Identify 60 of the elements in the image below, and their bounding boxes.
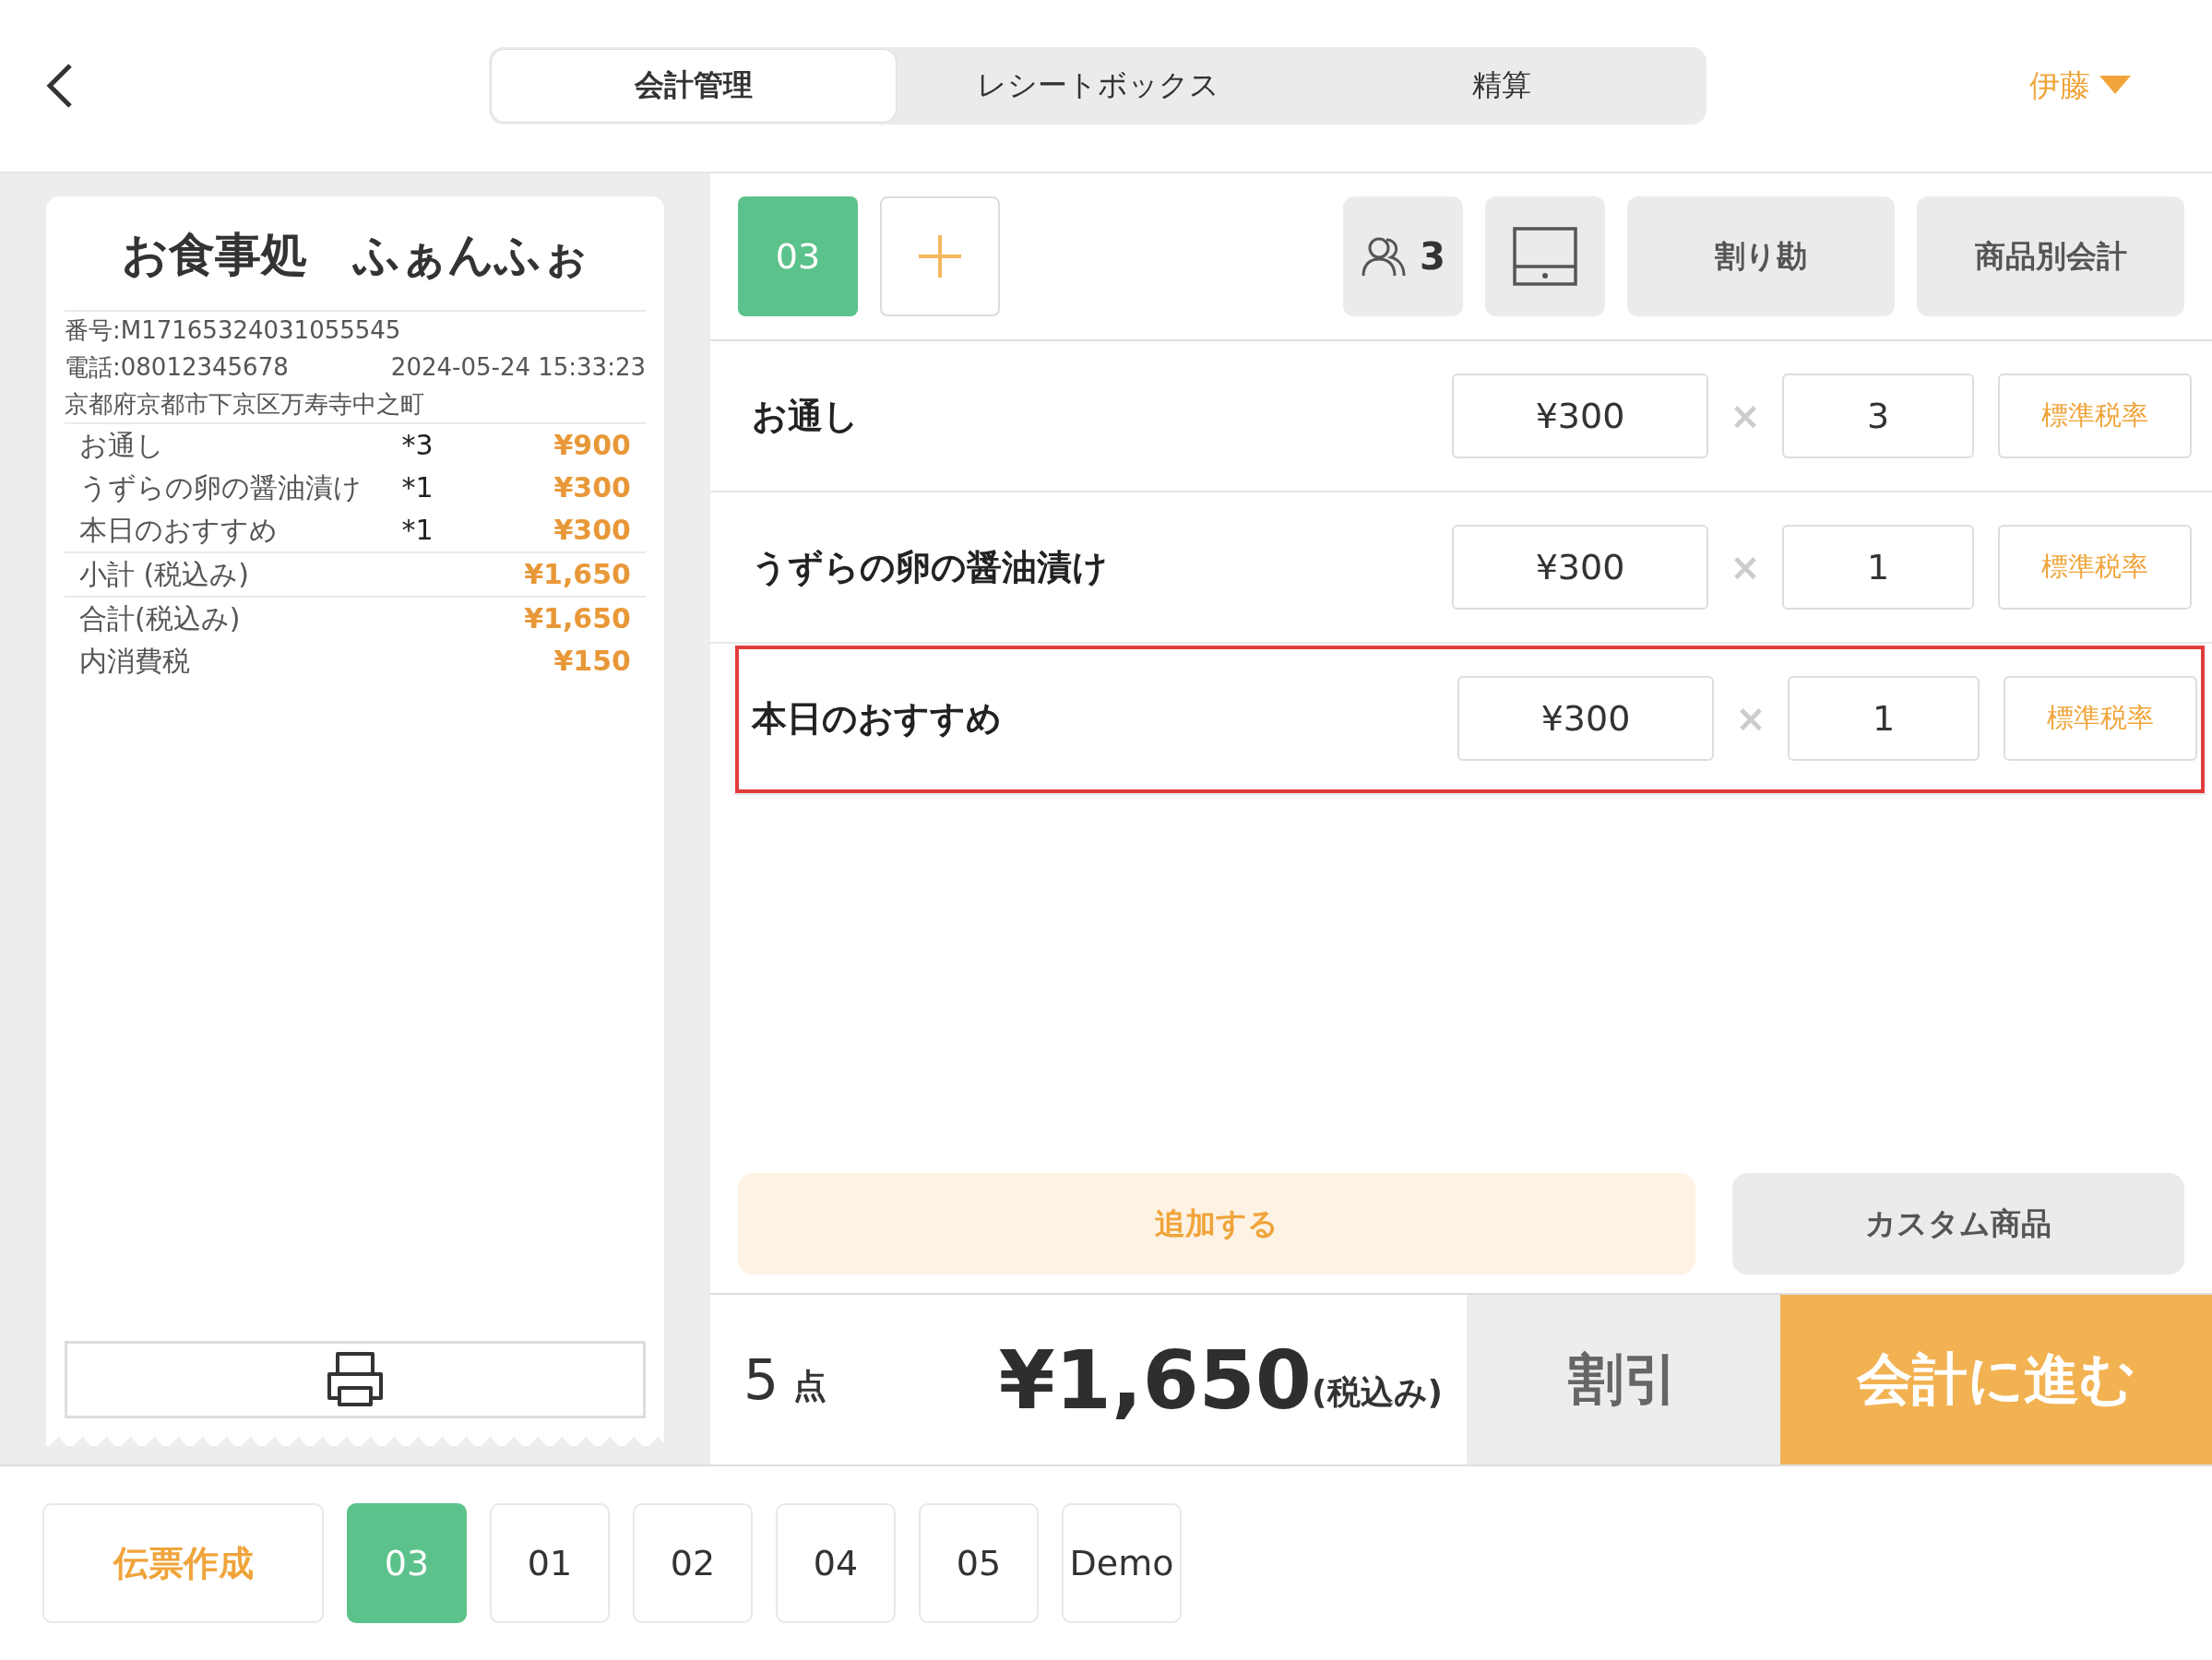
receipt-datetime: 2024-05-24 15:33:23 [390,352,646,383]
subtotal-amount: ¥1,650 [524,557,631,592]
tablet-icon [1512,226,1578,287]
table-tab[interactable]: 05 [919,1503,1039,1623]
order-row[interactable]: 本日のおすすめ ¥300 × 1 標準税率 [733,644,2206,795]
plus-icon [917,233,963,279]
guests-button[interactable]: 3 [1343,196,1463,316]
item-name: うずらの卵の醤油漬け [752,545,1109,589]
multiply-sign: × [1729,546,1762,588]
item-name: うずらの卵の醤油漬け [79,470,363,505]
shop-name: お食事処 ふぁんふぉ [121,227,589,283]
item-name: 本日のおすすめ [79,513,279,548]
quantity-field[interactable]: 3 [1782,374,1974,458]
table-tab[interactable]: 01 [490,1503,610,1623]
split-bill-button[interactable]: 割り勘 [1627,196,1895,316]
item-quantity: *1 [401,513,434,548]
multiply-sign: × [1734,697,1767,740]
print-button[interactable] [65,1341,646,1418]
subtotal-label: 小計 (税込み) [79,557,250,592]
people-icon [1361,235,1408,278]
total-amount: ¥1,650 [524,601,631,636]
item-quantity: *3 [401,428,434,463]
tablet-button[interactable] [1485,196,1605,316]
item-quantity: *1 [401,470,434,505]
price-field[interactable]: ¥300 [1452,525,1708,610]
item-amount: ¥300 [553,470,631,505]
item-count: 5 [743,1347,779,1412]
item-name: お通し [752,394,860,438]
total-amount: ¥1,650 [998,1332,1313,1428]
printer-icon [327,1351,384,1408]
discount-button[interactable]: 割引 [1467,1295,1780,1464]
address: 京都府京都市下京区万寿寺中之町 [65,389,425,420]
item-amount: ¥300 [553,513,631,548]
item-amount: ¥900 [553,428,631,463]
price-field[interactable]: ¥300 [1452,374,1708,458]
table-tab[interactable]: 02 [633,1503,753,1623]
tab[interactable]: レシートボックス [896,50,1300,122]
order-row[interactable]: お通し ¥300 × 3 標準税率 [710,341,2212,492]
tax-note: (税込み) [1312,1371,1443,1413]
total-label: 内消費税 [79,644,191,679]
quantity-field[interactable]: 1 [1788,676,1980,761]
back-icon[interactable] [46,63,74,109]
count-unit: 点 [793,1365,827,1406]
total-amount: ¥150 [553,644,631,679]
tab[interactable]: 会計管理 [492,50,896,122]
tab[interactable]: 精算 [1300,50,1704,122]
table-tab[interactable]: Demo [1062,1503,1182,1623]
quantity-field[interactable]: 1 [1782,525,1974,610]
table-tab[interactable]: 04 [776,1503,896,1623]
total-label: 合計(税込み) [79,601,242,636]
multiply-sign: × [1729,395,1762,437]
item-checkout-button[interactable]: 商品別会計 [1917,196,2184,316]
guest-count: 3 [1420,235,1445,278]
custom-item-button[interactable]: カスタム商品 [1732,1173,2184,1275]
item-name: お通し [79,428,165,463]
receipt-number: 番号:M17165324031055545 [65,315,402,346]
order-row[interactable]: うずらの卵の醤油漬け ¥300 × 1 標準税率 [710,492,2212,644]
phone-number: 電話:08012345678 [65,352,289,383]
price-field[interactable]: ¥300 [1457,676,1714,761]
item-name: 本日のおすすめ [752,696,1003,741]
